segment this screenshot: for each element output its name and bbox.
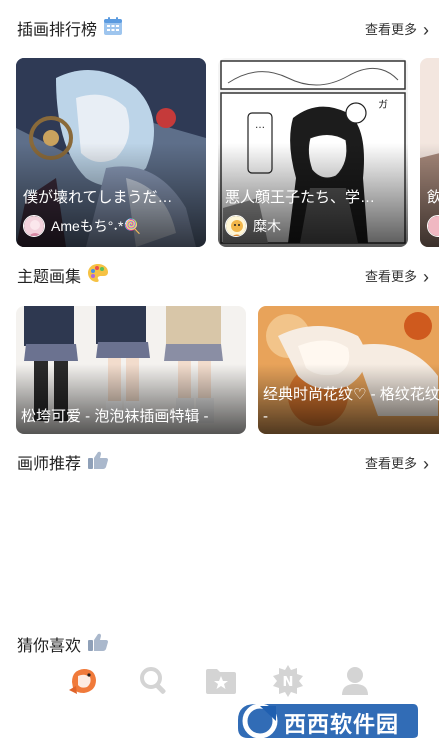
albums-more-label: 查看更多 [364,269,417,284]
artists-header: 画师推荐 查看更多 › [0,450,439,478]
guess-header: 猜你喜欢 [0,632,439,660]
svg-text:ガ: ガ [378,99,388,111]
watermark-text: 西西软件园 [284,713,400,738]
ranking-header: 插画排行榜 查看更多 › [0,16,439,44]
albums-more-link[interactable]: 查看更多 › [365,263,429,291]
artists-title-text: 画师推荐 [17,456,82,473]
star-folder-icon [204,665,238,702]
thumbs-up-icon [87,450,109,480]
albums-header: 主题画集 查看更多 › [0,263,439,291]
tab-favorites[interactable] [204,666,238,700]
avatar [427,215,439,237]
ranking-card-title: 僕が壊れてしまうだ… [23,189,173,206]
ranking-card-author[interactable]: 糜木 [225,215,281,237]
tab-home[interactable] [66,666,100,700]
artists-more-link[interactable]: 查看更多 › [365,450,429,478]
artists-more-label: 查看更多 [364,456,417,471]
avatar [23,215,45,237]
album-card[interactable]: 经典时尚花纹♡ - 格纹花纹 - 特辑 - [258,306,439,434]
author-name: 糜木 [253,218,281,234]
ranking-more-label: 查看更多 [364,22,417,37]
ranking-strip[interactable]: 僕が壊れてしまうだ… Ameもち°˖*🍭 … ガ 悪人顔王子たち、学… 糜木 [0,58,439,248]
ranking-card[interactable]: 飲 [420,58,439,247]
thumbs-up-icon [87,632,109,662]
person-icon [339,665,371,702]
ranking-card-title: 悪人顔王子たち、学… [225,189,376,206]
ranking-more-link[interactable]: 查看更多 › [365,16,429,44]
ranking-title-text: 插画排行榜 [17,22,98,39]
guess-title-text: 猜你喜欢 [17,638,82,655]
ranking-card-title: 飲 [427,186,439,207]
watermark-logo: 西西软件园 [238,700,418,740]
avatar [225,215,247,237]
tab-profile[interactable] [338,666,372,700]
albums-title: 主题画集 [17,263,109,293]
author-name: Ameもち°˖*🍭 [51,218,141,234]
albums-strip[interactable]: 松垮可爱 - 泡泡袜插画特辑 - 经典时尚花纹♡ - 格纹花纹 - 特辑 - [0,306,439,436]
ranking-card-author[interactable] [427,215,439,237]
tab-search[interactable] [137,666,171,700]
chevron-right-icon: › [423,454,429,474]
artists-title: 画师推荐 [17,450,109,480]
album-card-title: 经典时尚花纹♡ - 格纹花纹 - 特辑 - [263,386,439,425]
ranking-title: 插画排行榜 [17,16,123,46]
guess-title: 猜你喜欢 [17,632,109,662]
ranking-card-author[interactable]: Ameもち°˖*🍭 [23,215,141,237]
album-card[interactable]: 松垮可爱 - 泡泡袜插画特辑 - [16,306,246,434]
svg-text:…: … [255,120,265,131]
album-card-title: 松垮可爱 - 泡泡袜插画特辑 - [21,408,209,425]
albums-title-text: 主题画集 [17,269,82,286]
badge-n-icon: N [271,664,305,703]
svg-text:N: N [283,675,294,690]
chevron-right-icon: › [423,267,429,287]
chevron-right-icon: › [423,20,429,40]
ranking-card[interactable]: … ガ 悪人顔王子たち、学… 糜木 [218,58,408,247]
ranking-card[interactable]: 僕が壊れてしまうだ… Ameもち°˖*🍭 [16,58,206,247]
shrimp-icon [66,664,100,703]
tab-news[interactable]: N [271,664,305,703]
calendar-icon [103,16,123,46]
search-icon [138,665,170,702]
palette-icon [87,263,109,293]
